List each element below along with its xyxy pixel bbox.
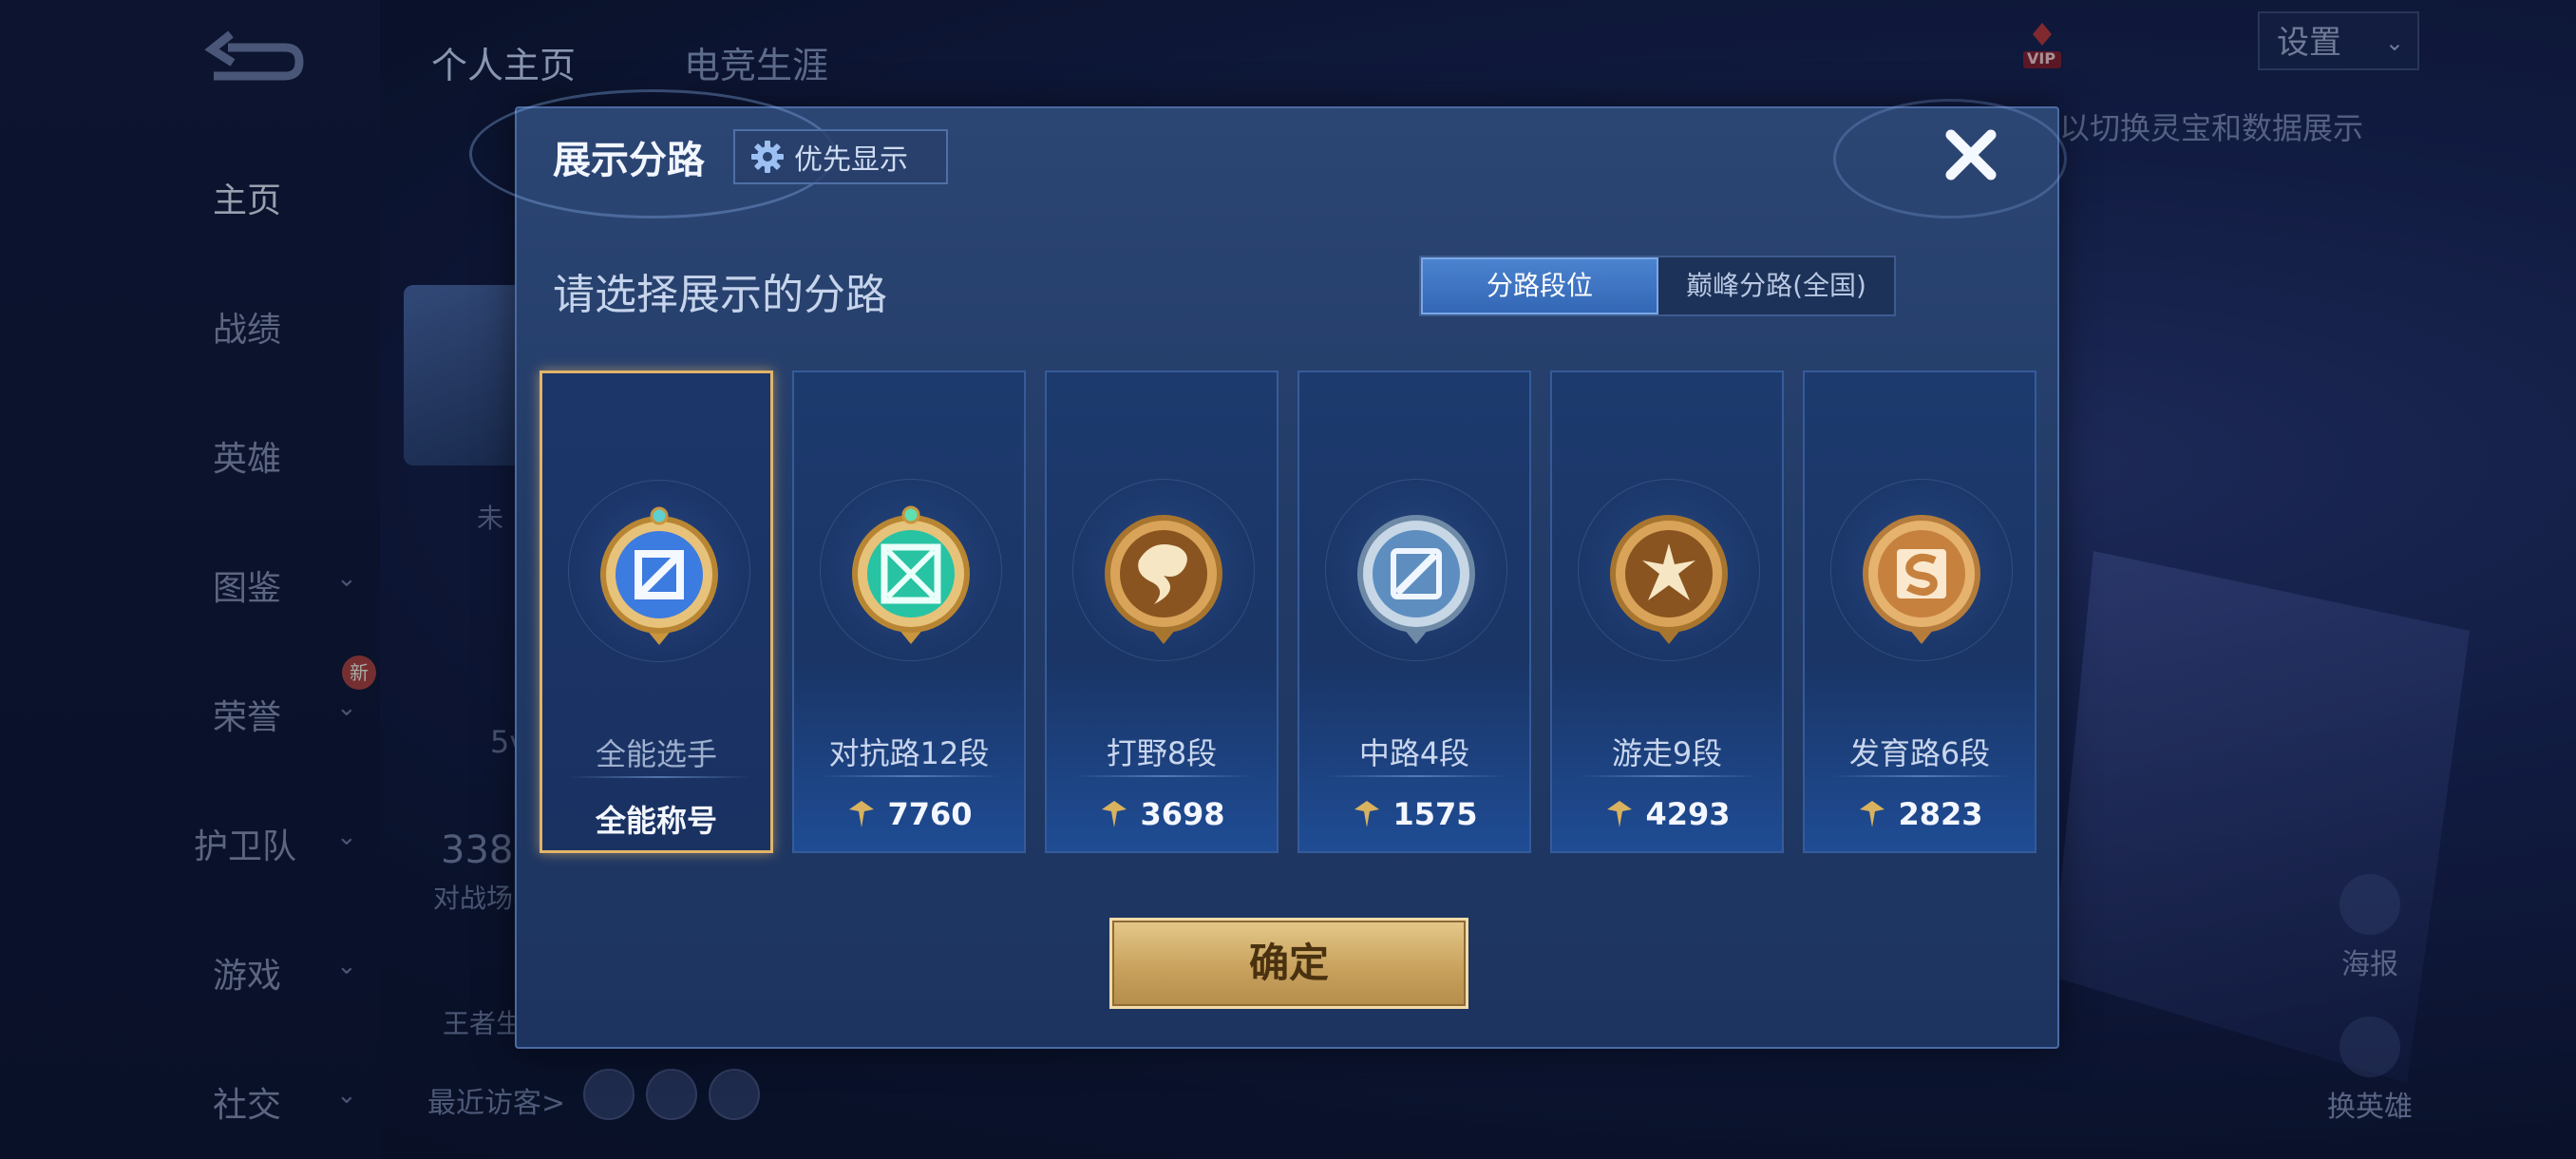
close-icon[interactable]: [1938, 122, 2004, 188]
lane-value-text: 1575: [1392, 796, 1478, 832]
jungle-emblem-icon: [1105, 515, 1222, 644]
lane-card-farm-lane[interactable]: 发育路6段 2823: [1803, 370, 2036, 853]
lane-value-text: 3698: [1140, 796, 1225, 832]
divider: [1831, 775, 2012, 777]
lane-card-clash-lane[interactable]: 对抗路12段 7760: [792, 370, 1026, 853]
mid-lane-emblem-icon: [1357, 515, 1475, 644]
lane-value: 4293: [1552, 796, 1782, 832]
lane-value: 7760: [794, 796, 1024, 832]
divider: [821, 775, 1001, 777]
display-type-toggle: 分路段位 巅峰分路(全国): [1419, 256, 1896, 316]
lane-card-roam[interactable]: 游走9段 4293: [1550, 370, 1784, 853]
lane-name: 发育路6段: [1848, 735, 1991, 771]
divider: [1073, 775, 1254, 777]
lane-card-jungle[interactable]: 打野8段 3698: [1045, 370, 1279, 853]
lane-value-text: 4293: [1645, 796, 1731, 832]
rank-score-icon: [1102, 801, 1127, 827]
dialog-title: 展示分路: [553, 139, 705, 182]
lane-name: 打野8段: [1106, 735, 1218, 771]
tab-peak-lane-national[interactable]: 巅峰分路(全国): [1658, 257, 1894, 314]
lane-display-dialog: 展示分路 优先显示 请选择展示的分路 分路段位 巅峰分路(全国) 全能选手 全能…: [469, 89, 2067, 1049]
all-round-emblem-icon: [600, 506, 718, 645]
farm-lane-emblem-icon: [1863, 515, 1980, 644]
dialog-subtitle: 请选择展示的分路: [553, 271, 887, 319]
lane-value-text: 7760: [887, 796, 973, 832]
lane-value: 2823: [1805, 796, 2035, 832]
divider: [569, 776, 749, 778]
roam-emblem-icon: [1610, 515, 1728, 644]
lane-value-text: 全能称号: [595, 803, 717, 839]
tab-lane-rank[interactable]: 分路段位: [1421, 257, 1658, 314]
lane-name: 全能选手: [595, 736, 717, 772]
lane-value: 3698: [1047, 796, 1277, 832]
lane-name: 对抗路12段: [828, 735, 990, 771]
priority-display-button[interactable]: 优先显示: [733, 129, 948, 184]
divider: [1326, 775, 1506, 777]
priority-display-label: 优先显示: [794, 143, 908, 177]
rank-score-icon: [1354, 801, 1380, 827]
lane-name: 中路4段: [1358, 735, 1470, 771]
lane-name: 游走9段: [1611, 735, 1723, 771]
lane-card-mid-lane[interactable]: 中路4段 1575: [1297, 370, 1531, 853]
rank-score-icon: [1860, 801, 1885, 827]
lane-value-text: 2823: [1898, 796, 1983, 832]
lane-value: 全能称号: [542, 797, 770, 841]
lane-card-list: 全能选手 全能称号 对抗路12段 7760 打野8段 3698 中路4段 157…: [540, 370, 2040, 853]
confirm-button[interactable]: 确定: [1109, 918, 1468, 1009]
lane-value: 1575: [1299, 796, 1529, 832]
lane-card-all-round[interactable]: 全能选手 全能称号: [540, 370, 773, 853]
rank-score-icon: [1607, 801, 1633, 827]
rank-score-icon: [849, 801, 875, 827]
gear-icon: [751, 141, 784, 173]
divider: [1579, 775, 1759, 777]
clash-lane-emblem-icon: [852, 505, 970, 644]
